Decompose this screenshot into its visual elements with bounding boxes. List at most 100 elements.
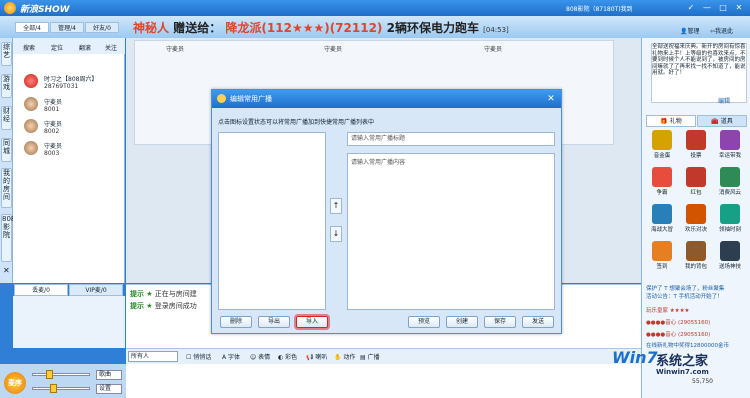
exit-room-button[interactable]: ⇦我退此: [710, 26, 733, 35]
vtab-local[interactable]: 同城: [1, 138, 12, 162]
save-button[interactable]: 保存: [484, 316, 516, 328]
gift-item-label: 送场神技: [718, 264, 741, 270]
gift-item-icon: [720, 204, 740, 224]
search-tool[interactable]: 搜索: [23, 43, 35, 52]
mic-seat-1[interactable]: 守麦员: [140, 44, 210, 53]
broadcast-title-input[interactable]: 请输入常用广播标题: [347, 132, 555, 146]
mic-slider[interactable]: [32, 387, 90, 390]
tab-gifts[interactable]: 🎁 礼物: [646, 115, 696, 127]
move-up-icon[interactable]: ↑: [330, 198, 342, 214]
song-select[interactable]: 歌曲: [96, 370, 122, 380]
mic-seat-2[interactable]: 守麦员: [298, 44, 368, 53]
promo-line[interactable]: 玩乐皇家 ★★★★: [646, 306, 746, 314]
scroll-tool[interactable]: 翻滚: [79, 43, 91, 52]
close-button[interactable]: ✕: [731, 2, 747, 13]
settings-select[interactable]: 设置: [96, 384, 122, 394]
user-list-item[interactable]: 守麦员 8002: [24, 119, 124, 141]
gift-item[interactable]: 音金蛋: [648, 130, 676, 162]
dialog-title-bar: 编辑常用广播 ✕: [212, 90, 561, 108]
maximize-button[interactable]: □: [715, 2, 731, 13]
user-list-item[interactable]: 守麦员 8001: [24, 97, 124, 119]
banner-gift: 2辆环保电力跑车: [386, 21, 479, 35]
user-list-item[interactable]: 时习之【808周六】 28769T031: [24, 74, 124, 96]
manage-button[interactable]: 👤管理: [680, 26, 700, 35]
volume-slider[interactable]: [32, 373, 90, 376]
tab-managers[interactable]: 管理/4: [50, 22, 84, 33]
close-icon[interactable]: ✕: [545, 93, 557, 105]
preview-button[interactable]: 预览: [408, 316, 440, 328]
delete-button[interactable]: 删除: [220, 316, 252, 328]
gift-item-icon: [652, 130, 672, 150]
action-label: 动作: [343, 354, 356, 361]
import-button[interactable]: 导入: [296, 316, 328, 328]
font-label: 字体: [228, 354, 241, 361]
gift-item[interactable]: 欢乐对决: [682, 204, 710, 236]
gift-item[interactable]: 红包: [682, 167, 710, 199]
locate-tool[interactable]: 定位: [51, 43, 63, 52]
speaker-label: 喇叭: [315, 354, 328, 361]
export-button[interactable]: 导出: [258, 316, 290, 328]
volume-slider-handle[interactable]: [46, 370, 53, 379]
chat-text: 正在与房间建: [154, 290, 197, 298]
dialog-title: 编辑常用广播: [230, 95, 272, 103]
mic-queue-button[interactable]: 麦序: [4, 372, 26, 394]
vtab-finance[interactable]: 财经: [1, 106, 12, 130]
chat-target-select[interactable]: 所有人: [128, 351, 178, 362]
gift-item[interactable]: 送场神技: [716, 241, 744, 273]
gift-item-icon: [720, 130, 740, 150]
broadcast-content-input[interactable]: 请输入常用广播内容: [347, 153, 555, 310]
tab-vip-mic[interactable]: VIP麦/0: [69, 284, 123, 296]
tab-public-mic[interactable]: 丢麦/0: [14, 284, 68, 296]
gift-item-icon: [652, 241, 672, 261]
edit-notice-button[interactable]: 编辑: [718, 96, 730, 105]
gift-item[interactable]: 领袖时刻: [716, 204, 744, 236]
vtab-games[interactable]: 游戏: [1, 74, 12, 98]
tab-gifts-label: 礼物: [669, 118, 682, 125]
tab-friends[interactable]: 好友/0: [85, 22, 119, 33]
gift-item-icon: [686, 204, 706, 224]
footer-value: 55,750: [692, 378, 713, 385]
promo-line[interactable]: 保护了 T 想聚会场了，粉丝聚集: [646, 284, 746, 292]
broadcast-tool[interactable]: ▤ 广播: [360, 352, 380, 361]
font-tool[interactable]: A 字体: [222, 352, 240, 361]
create-button[interactable]: 创建: [446, 316, 478, 328]
minimize-button[interactable]: —: [699, 2, 715, 13]
room-info: 808影院（87180T)我到: [566, 6, 633, 13]
gift-item-label: 签到: [656, 264, 668, 270]
vtab-my-room[interactable]: 我的房间: [1, 168, 12, 208]
speaker-tool[interactable]: 📢 喇叭: [306, 352, 327, 361]
follow-tool[interactable]: 关注: [105, 43, 117, 52]
vtab-cinema[interactable]: 808影院: [1, 214, 15, 262]
user-list-item[interactable]: 守麦员 8003: [24, 141, 124, 163]
message-input[interactable]: [126, 364, 641, 398]
banner-gift-text: 赠送给：: [173, 21, 222, 35]
gift-item[interactable]: 我的背包: [682, 241, 710, 273]
action-tool[interactable]: ✋ 动作: [334, 352, 355, 361]
exit-label: 我退此: [715, 28, 734, 35]
promo-line[interactable]: ●●●●音心 (29055160): [646, 318, 746, 326]
tab-props[interactable]: 🧰 道具: [697, 115, 747, 127]
gift-item-label: 欢乐对决: [684, 227, 707, 233]
emoji-tool[interactable]: ☺ 表情: [250, 352, 270, 361]
mic-slider-handle[interactable]: [50, 384, 57, 393]
watermark-url: Winwin7.com: [656, 368, 709, 376]
gift-item[interactable]: 签到: [648, 241, 676, 273]
color-tool[interactable]: ◐ 彩色: [278, 352, 297, 361]
mic-seat-3[interactable]: 守麦员: [458, 44, 528, 53]
whisper-checkbox[interactable]: ☐ 悄悄话: [186, 352, 211, 361]
vtab-variety[interactable]: 综艺: [1, 42, 12, 66]
move-down-icon[interactable]: ↓: [330, 226, 342, 242]
gift-item[interactable]: 争霸: [648, 167, 676, 199]
gift-item[interactable]: 海战大冒: [648, 204, 676, 236]
collapse-icon[interactable]: ✕: [3, 266, 10, 275]
gift-item[interactable]: 投票: [682, 130, 710, 162]
promo-line[interactable]: ●●●●音心 (29055160): [646, 330, 746, 338]
skin-icon[interactable]: ✓: [683, 2, 699, 13]
gift-item-label: 音金蛋: [653, 153, 671, 159]
gift-item[interactable]: 幸运带我: [716, 130, 744, 162]
gift-item[interactable]: 消费风云: [716, 167, 744, 199]
tab-all-users[interactable]: 全部/4: [15, 22, 49, 33]
broadcast-list[interactable]: [218, 132, 326, 310]
send-button[interactable]: 发送: [522, 316, 554, 328]
promo-line[interactable]: 活动公告：T 手机活动开始了！: [646, 292, 746, 300]
